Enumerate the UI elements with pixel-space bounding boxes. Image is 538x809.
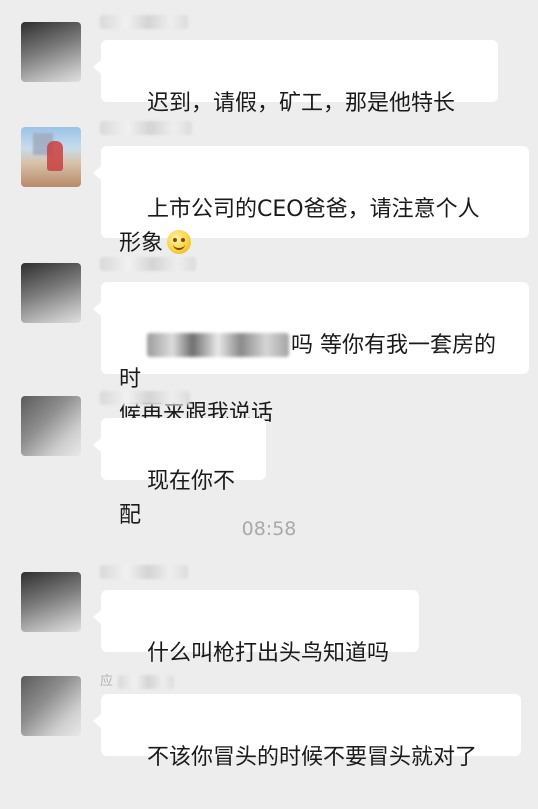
avatar[interactable]: [21, 396, 81, 456]
avatar[interactable]: [21, 263, 81, 323]
message-text: 迟到，请假，矿工，那是他特长: [146, 91, 455, 116]
sender-name-blurred: [100, 14, 188, 30]
sender-name-visible: 应: [100, 674, 115, 689]
message-bubble[interactable]: 上市公司的CEO爸爸，请注意个人形象: [93, 146, 529, 256]
avatar[interactable]: [21, 676, 81, 736]
sender-name-blurred: [100, 564, 188, 580]
sender-name-blurred: [100, 256, 196, 272]
message-bubble[interactable]: 现在你不配: [93, 418, 266, 528]
sender-name-blurred: [100, 120, 192, 136]
chat-message-list[interactable]: 迟到，请假，矿工，那是他特长 上市公司的CEO爸爸，请注意个人形象 吗 等你有我…: [0, 0, 538, 770]
avatar[interactable]: [21, 127, 81, 187]
message-bubble[interactable]: 不该你冒头的时候不要冒头就对了: [93, 694, 521, 770]
avatar[interactable]: [21, 572, 81, 632]
message-text: 上市公司的CEO爸爸，请注意个人: [146, 197, 480, 222]
message-bubble[interactable]: 迟到，请假，矿工，那是他特长: [93, 40, 498, 116]
message-bubble[interactable]: 吗 等你有我一套房的时 候再来跟我说话: [93, 282, 529, 426]
sender-name: 应: [100, 670, 175, 689]
sender-name-blurred: [100, 390, 190, 406]
smiling-face-emoji-icon: [167, 230, 192, 254]
avatar[interactable]: [21, 22, 81, 82]
avatar-figure: [47, 141, 63, 171]
message-text: 不该你冒头的时候不要冒头就对了: [146, 745, 477, 770]
message-text: 什么叫枪打出头鸟知道吗: [146, 641, 389, 666]
redacted-text: [146, 333, 289, 357]
message-bubble[interactable]: 什么叫枪打出头鸟知道吗: [93, 590, 419, 666]
message-timestamp: 08:58: [241, 518, 297, 540]
message-text-line2: 形象: [119, 231, 164, 256]
